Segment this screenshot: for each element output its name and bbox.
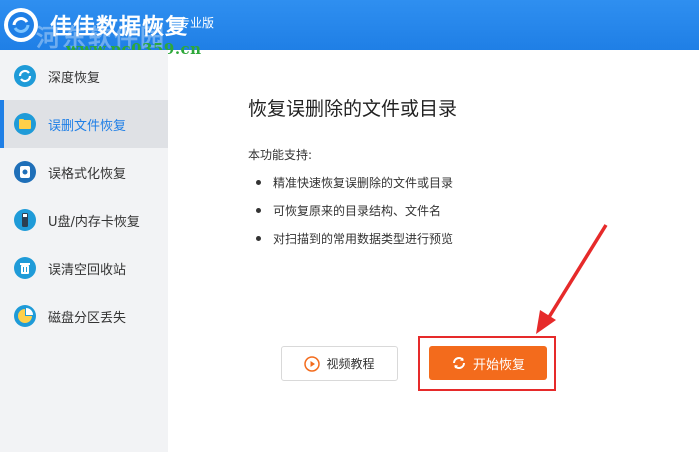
feature-text: 精准快速恢复误删除的文件或目录	[273, 176, 454, 190]
video-tutorial-label: 视频教程	[326, 357, 375, 371]
annotation-arrow-icon	[536, 224, 608, 334]
start-recovery-label: 开始恢复	[472, 357, 525, 373]
start-recovery-button[interactable]: 开始恢复	[429, 346, 547, 380]
sidebar-item-label: U盘/内存卡恢复	[48, 214, 140, 230]
disk-format-icon	[14, 161, 36, 183]
feature-item: 对扫描到的常用数据类型进行预览	[256, 230, 453, 247]
sidebar-item-recycle-bin-recovery[interactable]: 误清空回收站	[0, 244, 168, 292]
bullet-icon	[256, 208, 261, 213]
bullet-icon	[256, 236, 261, 241]
feature-text: 可恢复原来的目录结构、文件名	[273, 204, 442, 218]
sidebar-item-label: 误删文件恢复	[48, 118, 127, 134]
sidebar-item-partition-recovery[interactable]: 磁盘分区丢失	[0, 292, 168, 340]
app-logo-icon	[4, 8, 38, 42]
partition-icon	[14, 305, 36, 327]
bullet-icon	[256, 180, 261, 185]
usb-drive-icon	[14, 209, 36, 231]
feature-text: 对扫描到的常用数据类型进行预览	[273, 232, 454, 246]
recycle-bin-icon	[14, 257, 36, 279]
sidebar-item-label: 误格式化恢复	[48, 166, 127, 182]
sidebar-item-label: 深度恢复	[48, 70, 101, 86]
sidebar: 深度恢复 误删文件恢复 误格式化恢复 U盘/内存卡恢复 误清空回收站 磁盘分区丢…	[0, 50, 168, 452]
sidebar-item-deleted-file-recovery[interactable]: 误删文件恢复	[0, 100, 168, 148]
page-title: 恢复误删除的文件或目录	[248, 98, 458, 120]
sidebar-item-label: 磁盘分区丢失	[48, 310, 127, 326]
support-heading: 本功能支持:	[248, 148, 313, 162]
sidebar-item-deep-recovery[interactable]: 深度恢复	[0, 52, 168, 100]
folder-icon	[14, 113, 36, 135]
sidebar-item-format-recovery[interactable]: 误格式化恢复	[0, 148, 168, 196]
refresh-icon	[452, 357, 465, 369]
video-tutorial-button[interactable]: 视频教程	[281, 346, 398, 381]
play-icon	[304, 355, 321, 372]
feature-item: 可恢复原来的目录结构、文件名	[256, 202, 441, 219]
edition-label: 专业版	[178, 16, 215, 30]
sidebar-item-label: 误清空回收站	[48, 262, 127, 278]
deep-recovery-icon	[14, 65, 36, 87]
feature-item: 精准快速恢复误删除的文件或目录	[256, 174, 453, 191]
sidebar-item-usb-recovery[interactable]: U盘/内存卡恢复	[0, 196, 168, 244]
